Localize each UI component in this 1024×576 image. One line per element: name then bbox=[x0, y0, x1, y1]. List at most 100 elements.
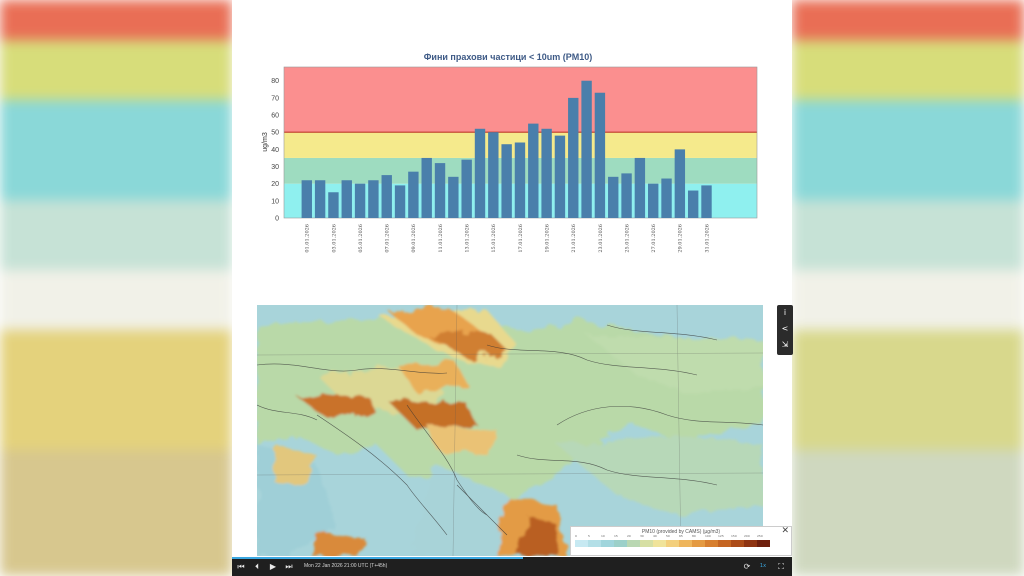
legend-swatch bbox=[601, 540, 614, 547]
legend-tick: 5 bbox=[588, 534, 590, 538]
y-tick-label: 60 bbox=[271, 113, 279, 120]
legend-swatch bbox=[731, 540, 744, 547]
legend-swatch bbox=[614, 540, 627, 547]
legend-swatch bbox=[692, 540, 705, 547]
bar[interactable] bbox=[661, 178, 672, 218]
legend-swatch bbox=[640, 540, 653, 547]
pm10-chart: Фини прахови частици < 10um (PM10) ug/m3… bbox=[262, 52, 758, 253]
bar[interactable] bbox=[648, 183, 659, 218]
legend-tick: 125 bbox=[718, 534, 724, 538]
x-tick-label: 11.01.2026 bbox=[438, 224, 444, 253]
legend-swatch bbox=[705, 540, 718, 547]
info-icon[interactable]: i bbox=[777, 305, 793, 321]
legend-tick: 0 bbox=[575, 534, 577, 538]
bar[interactable] bbox=[674, 149, 686, 218]
x-tick-label: 07.01.2026 bbox=[385, 224, 391, 253]
step-back-icon[interactable]: ⏴ bbox=[250, 557, 264, 576]
bar[interactable] bbox=[621, 173, 632, 218]
y-tick-label: 30 bbox=[271, 164, 279, 171]
x-axis-ticks: 01.01.2026 03.01.2026 05.01.2026 07.01.2026… bbox=[305, 224, 711, 253]
legend-swatch bbox=[744, 540, 757, 547]
y-tick-label: 10 bbox=[271, 198, 279, 205]
map-toolbar: i < ⇲ bbox=[777, 305, 793, 355]
bar[interactable] bbox=[301, 180, 312, 218]
bar[interactable] bbox=[474, 128, 486, 218]
bar[interactable] bbox=[461, 159, 472, 218]
legend-tick: 80 bbox=[692, 534, 696, 538]
forecast-timestamp: Mon 22 Jan 2026 21:00 UTC (T+45h) bbox=[304, 563, 388, 569]
y-tick-label: 40 bbox=[271, 147, 279, 154]
background-right bbox=[792, 0, 1024, 576]
y-tick-label: 50 bbox=[271, 130, 279, 137]
y-tick-label: 20 bbox=[271, 181, 279, 188]
play-icon[interactable]: ▶ bbox=[266, 557, 280, 576]
legend-swatch bbox=[666, 540, 679, 547]
bar[interactable] bbox=[328, 192, 339, 218]
bar[interactable] bbox=[528, 123, 539, 218]
legend-tick: 20 bbox=[627, 534, 631, 538]
bar[interactable] bbox=[701, 185, 712, 218]
bar[interactable] bbox=[341, 180, 352, 218]
bar[interactable] bbox=[368, 180, 379, 218]
bar[interactable] bbox=[314, 180, 326, 218]
bar[interactable] bbox=[554, 135, 566, 218]
x-tick-label: 17.01.2026 bbox=[518, 224, 524, 253]
legend-tick: 250 bbox=[757, 534, 763, 538]
bar[interactable] bbox=[421, 157, 432, 218]
bar[interactable] bbox=[634, 157, 646, 218]
legend-tick: 10 bbox=[601, 534, 605, 538]
share-icon[interactable]: < bbox=[777, 321, 793, 337]
bar[interactable] bbox=[354, 183, 366, 218]
bar[interactable] bbox=[394, 185, 406, 218]
legend-swatch bbox=[718, 540, 731, 547]
bar[interactable] bbox=[541, 128, 552, 218]
y-axis-ticks: 0 10 20 30 40 50 60 70 80 bbox=[271, 78, 279, 222]
bar[interactable] bbox=[568, 97, 579, 218]
export-icon[interactable]: ⇲ bbox=[777, 337, 793, 353]
bar[interactable] bbox=[448, 176, 459, 218]
skip-to-start-icon[interactable]: ⏮ bbox=[234, 557, 248, 576]
legend-tick: 15 bbox=[614, 534, 618, 538]
legend-swatch bbox=[627, 540, 640, 547]
legend-color-scale bbox=[575, 540, 770, 547]
bar[interactable] bbox=[408, 171, 419, 218]
x-tick-label: 21.01.2026 bbox=[571, 224, 577, 253]
x-tick-label: 23.01.2026 bbox=[598, 224, 604, 253]
bar[interactable] bbox=[608, 176, 619, 218]
bar[interactable] bbox=[594, 92, 606, 218]
chart-title: Фини прахови частици < 10um (PM10) bbox=[424, 52, 592, 62]
bar[interactable] bbox=[434, 163, 446, 218]
legend-tick: 30 bbox=[640, 534, 644, 538]
speed-button[interactable]: 1x bbox=[756, 557, 770, 576]
bar[interactable] bbox=[687, 190, 699, 218]
legend-tick: 100 bbox=[705, 534, 711, 538]
legend-tick: 200 bbox=[744, 534, 750, 538]
bar[interactable] bbox=[581, 80, 592, 219]
bar[interactable] bbox=[514, 142, 526, 219]
y-axis-label: ug/m3 bbox=[262, 132, 269, 152]
loop-icon[interactable]: ⟳ bbox=[740, 557, 754, 576]
x-tick-label: 03.01.2026 bbox=[331, 224, 337, 253]
legend-swatch bbox=[757, 540, 770, 547]
x-tick-label: 25.01.2026 bbox=[624, 224, 630, 253]
pm10-forecast-map[interactable] bbox=[257, 305, 763, 556]
skip-to-end-icon[interactable]: ⏭ bbox=[282, 557, 296, 576]
legend-swatch bbox=[588, 540, 601, 547]
y-tick-label: 70 bbox=[271, 95, 279, 102]
x-tick-label: 01.01.2026 bbox=[305, 224, 311, 253]
legend-ticks: 0 5 10 15 20 30 40 50 65 80 100 125 150 200 250 bbox=[575, 534, 791, 538]
bar[interactable] bbox=[501, 144, 512, 218]
legend-swatch bbox=[679, 540, 692, 547]
x-tick-label: 09.01.2026 bbox=[411, 224, 417, 253]
legend-tick: 65 bbox=[679, 534, 683, 538]
bar[interactable] bbox=[488, 132, 499, 218]
bar[interactable] bbox=[381, 175, 392, 218]
map-legend: PM10 (provided by CAMS) (µg/m3) ✕ 0 5 10 15… bbox=[570, 526, 792, 556]
x-tick-label: 19.01.2026 bbox=[544, 224, 550, 253]
y-tick-label: 80 bbox=[271, 78, 279, 85]
fullscreen-icon[interactable]: ⛶ bbox=[774, 557, 788, 576]
legend-tick: 40 bbox=[653, 534, 657, 538]
content-page: Фини прахови частици < 10um (PM10) ug/m3… bbox=[232, 0, 793, 576]
x-tick-label: 05.01.2026 bbox=[358, 224, 364, 253]
threshold-band bbox=[284, 67, 757, 133]
